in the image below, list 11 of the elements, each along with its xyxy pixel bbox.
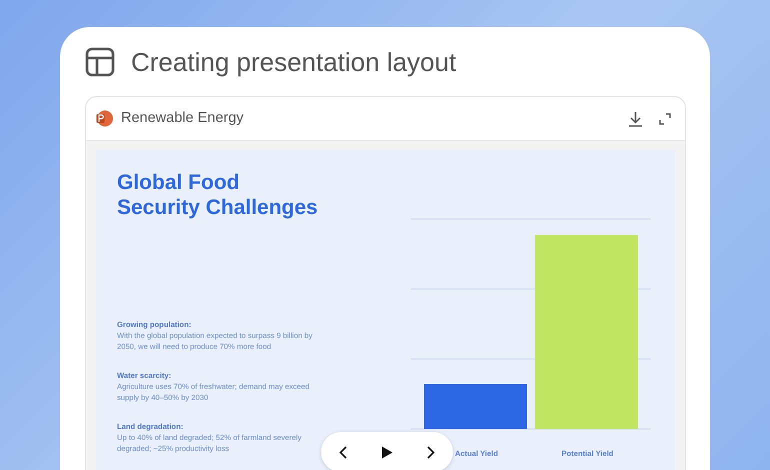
- panel-title: Creating presentation layout: [131, 49, 456, 75]
- table-layout-icon: [85, 47, 115, 77]
- slide-title: Security Challenges: [117, 195, 318, 220]
- chevron-left-icon: [339, 446, 347, 458]
- chevron-right-icon: [427, 446, 435, 458]
- file-name: Renewable Energy: [121, 108, 244, 128]
- download-icon[interactable]: [628, 110, 643, 126]
- slide-title: Global Food: [117, 170, 240, 195]
- expand-icon[interactable]: [659, 112, 671, 124]
- presentation-file-icon: [96, 110, 113, 127]
- play-icon: [381, 446, 393, 458]
